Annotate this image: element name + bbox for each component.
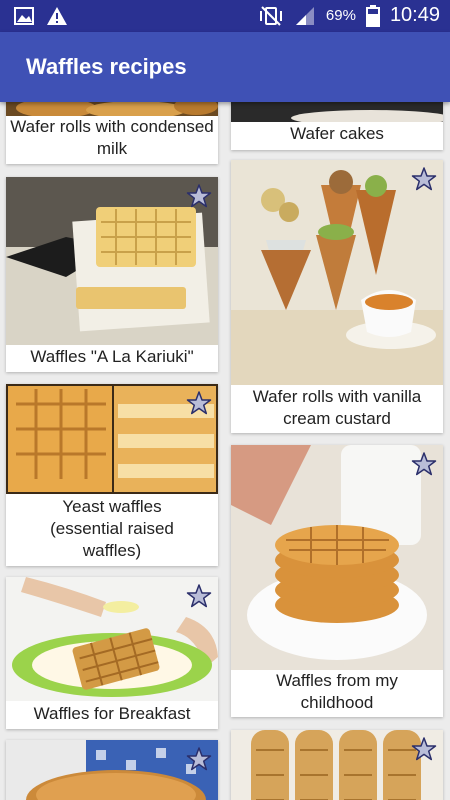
clock: 10:49 <box>389 4 440 26</box>
recipe-title: Wafer rolls with vanilla cream custard <box>252 387 422 428</box>
recipe-card[interactable]: Waffles "A La Kariuki" <box>6 177 218 372</box>
star-icon[interactable] <box>186 183 212 209</box>
recipe-card[interactable]: Waffles from my childhood <box>231 445 443 717</box>
recipe-title: Yeast waffles (essential raised waffles) <box>50 497 174 560</box>
status-bar: 69% 10:49 <box>0 0 450 32</box>
recipe-card[interactable]: Yeast waffles (essential raised waffles) <box>6 384 218 566</box>
star-icon[interactable] <box>186 390 212 416</box>
star-icon[interactable] <box>411 451 437 477</box>
recipe-grid[interactable]: Wafer rolls with condensed milk Wafer ca… <box>0 102 450 800</box>
signal-icon <box>295 6 314 25</box>
recipe-title: Wafer cakes <box>290 124 384 143</box>
warning-icon <box>47 7 67 25</box>
recipe-title: Waffles for Breakfast <box>33 704 191 723</box>
vibrate-icon <box>259 5 282 26</box>
recipe-card[interactable] <box>6 740 218 800</box>
recipe-card[interactable]: Wafer rolls with condensed milk <box>6 102 218 164</box>
recipe-title: Waffles from my childhood <box>276 671 398 712</box>
star-icon[interactable] <box>411 736 437 762</box>
recipe-image <box>231 160 443 385</box>
battery-percent: 69% <box>325 7 356 24</box>
recipe-title: Waffles "A La Kariuki" <box>30 347 194 366</box>
app-bar: Waffles recipes <box>0 32 450 102</box>
recipe-title: Wafer rolls with condensed milk <box>10 117 214 158</box>
recipe-card[interactable] <box>231 730 443 800</box>
battery-icon <box>365 4 380 27</box>
recipe-card[interactable]: Wafer rolls with vanilla cream custard <box>231 160 443 433</box>
recipe-image <box>6 102 218 116</box>
app-title: Waffles recipes <box>26 54 187 79</box>
recipe-image <box>231 102 443 122</box>
recipe-image <box>231 445 443 670</box>
star-icon[interactable] <box>186 583 212 609</box>
image-icon <box>14 7 34 25</box>
recipe-card[interactable]: Waffles for Breakfast <box>6 577 218 729</box>
star-icon[interactable] <box>411 166 437 192</box>
recipe-card[interactable]: Wafer cakes <box>231 102 443 150</box>
star-icon[interactable] <box>186 746 212 772</box>
